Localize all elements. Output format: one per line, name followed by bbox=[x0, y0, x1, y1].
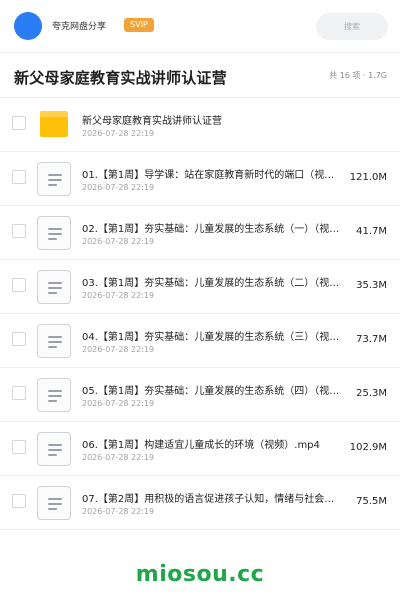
file-size: 73.7M bbox=[356, 334, 387, 345]
file-row[interactable]: 07.【第2周】用积极的语言促进孩子认知，情绪与社会性发展（视频）.mp4 202… bbox=[0, 476, 400, 530]
file-row[interactable]: 新父母家庭教育实战讲师认证营 2026-07-28 22:19 bbox=[0, 98, 400, 152]
file-size: 35.3M bbox=[356, 280, 387, 291]
share-owner-name: 夸克网盘分享 bbox=[52, 22, 107, 32]
row-checkbox[interactable] bbox=[12, 224, 26, 238]
row-checkbox[interactable] bbox=[12, 170, 26, 184]
file-name[interactable]: 05.【第1周】夯实基础：儿童发展的生态系统（四）（视频）.mp4 bbox=[82, 382, 344, 397]
row-checkbox[interactable] bbox=[12, 332, 26, 346]
row-checkbox[interactable] bbox=[12, 386, 26, 400]
document-icon bbox=[37, 432, 71, 466]
file-name[interactable]: 03.【第1周】夯实基础：儿童发展的生态系统（二）（视频）.mp4 bbox=[82, 274, 344, 289]
folder-icon bbox=[37, 108, 71, 142]
file-row[interactable]: 04.【第1周】夯实基础：儿童发展的生态系统（三）（视频）.mp4 2026-07… bbox=[0, 314, 400, 368]
file-size: 121.0M bbox=[349, 172, 387, 183]
top-bar: 夸克网盘分享 SVIP 搜索 bbox=[0, 0, 400, 52]
search-input[interactable]: 搜索 bbox=[316, 13, 388, 40]
file-date: 2026-07-28 22:19 bbox=[82, 183, 155, 192]
watermark-text: miosou.cc bbox=[135, 562, 265, 587]
file-row[interactable]: 06.【第1周】构建适宜儿童成长的环境（视频）.mp4 2026-07-28 22… bbox=[0, 422, 400, 476]
document-icon bbox=[37, 162, 71, 196]
file-date: 2026-07-28 22:19 bbox=[82, 507, 155, 516]
document-icon bbox=[37, 324, 71, 358]
document-icon bbox=[37, 216, 71, 250]
svip-badge: SVIP bbox=[124, 18, 154, 32]
file-size: 41.7M bbox=[356, 226, 387, 237]
file-date: 2026-07-28 22:19 bbox=[82, 399, 155, 408]
document-icon bbox=[37, 270, 71, 304]
avatar[interactable] bbox=[14, 12, 42, 40]
title-row: 新父母家庭教育实战讲师认证营 共 16 项 · 1.7G bbox=[0, 53, 400, 97]
file-name[interactable]: 07.【第2周】用积极的语言促进孩子认知，情绪与社会性发展（视频）.mp4 bbox=[82, 490, 344, 505]
file-row[interactable]: 03.【第1周】夯实基础：儿童发展的生态系统（二）（视频）.mp4 2026-07… bbox=[0, 260, 400, 314]
row-checkbox[interactable] bbox=[12, 116, 26, 130]
file-row[interactable]: 01.【第1周】导学课：站在家庭教育新时代的端口（视频）.mp4 2026-07-… bbox=[0, 152, 400, 206]
file-size: 25.3M bbox=[356, 388, 387, 399]
file-size: 102.9M bbox=[349, 442, 387, 453]
file-row[interactable]: 02.【第1周】夯实基础：儿童发展的生态系统（一）（视频）.mp4 2026-07… bbox=[0, 206, 400, 260]
file-date: 2026-07-28 22:19 bbox=[82, 291, 155, 300]
row-checkbox[interactable] bbox=[12, 278, 26, 292]
file-name[interactable]: 04.【第1周】夯实基础：儿童发展的生态系统（三）（视频）.mp4 bbox=[82, 328, 344, 343]
file-list: 新父母家庭教育实战讲师认证营 2026-07-28 22:19 01.【第1周】导学… bbox=[0, 98, 400, 530]
file-size: 75.5M bbox=[356, 496, 387, 507]
file-name[interactable]: 新父母家庭教育实战讲师认证营 bbox=[82, 112, 344, 127]
file-row[interactable]: 05.【第1周】夯实基础：儿童发展的生态系统（四）（视频）.mp4 2026-07… bbox=[0, 368, 400, 422]
item-summary: 共 16 项 · 1.7G bbox=[329, 71, 387, 80]
row-checkbox[interactable] bbox=[12, 440, 26, 454]
document-icon bbox=[37, 378, 71, 412]
file-date: 2026-07-28 22:19 bbox=[82, 237, 155, 246]
page-title: 新父母家庭教育实战讲师认证营 bbox=[14, 69, 227, 87]
document-icon bbox=[37, 486, 71, 520]
file-name[interactable]: 06.【第1周】构建适宜儿童成长的环境（视频）.mp4 bbox=[82, 436, 344, 451]
file-date: 2026-07-28 22:19 bbox=[82, 453, 155, 462]
file-date: 2026-07-28 22:19 bbox=[82, 345, 155, 354]
file-name[interactable]: 02.【第1周】夯实基础：儿童发展的生态系统（一）（视频）.mp4 bbox=[82, 220, 344, 235]
row-checkbox[interactable] bbox=[12, 494, 26, 508]
file-date: 2026-07-28 22:19 bbox=[82, 129, 155, 138]
file-name[interactable]: 01.【第1周】导学课：站在家庭教育新时代的端口（视频）.mp4 bbox=[82, 166, 344, 181]
